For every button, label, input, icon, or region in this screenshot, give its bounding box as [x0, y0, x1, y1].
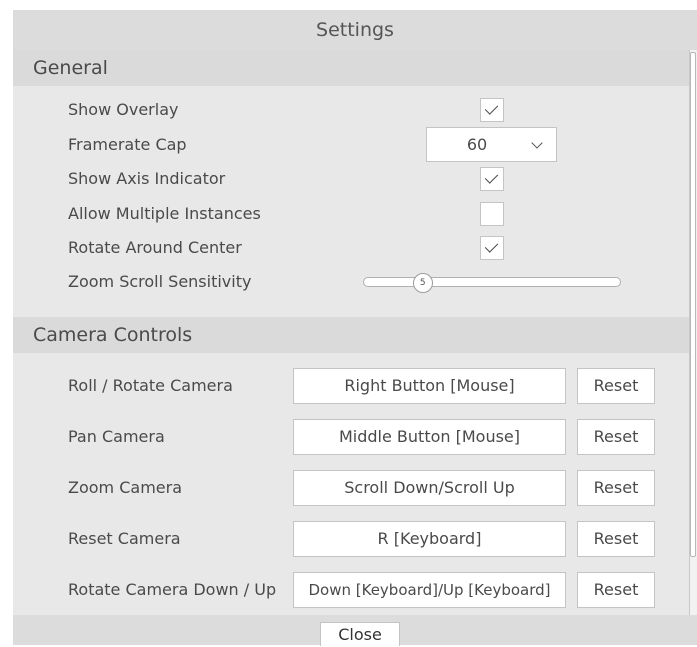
- show-axis-indicator-label: Show Axis Indicator: [68, 169, 226, 188]
- check-icon: [484, 101, 499, 115]
- camera-control-label: Roll / Rotate Camera: [68, 376, 233, 395]
- camera-control-label: Rotate Camera Down / Up: [68, 580, 277, 599]
- rotate-around-center-checkbox[interactable]: [480, 236, 504, 260]
- camera-control-label: Reset Camera: [68, 529, 181, 548]
- zoom-scroll-sensitivity-label: Zoom Scroll Sensitivity: [68, 272, 252, 291]
- scrollbar-thumb[interactable]: [690, 52, 696, 557]
- keybinding-button[interactable]: Scroll Down/Scroll Up: [293, 470, 566, 506]
- camera-control-label: Pan Camera: [68, 427, 165, 446]
- check-icon: [484, 170, 499, 184]
- show-overlay-checkbox[interactable]: [480, 98, 504, 122]
- check-icon: [484, 239, 499, 253]
- rotate-around-center-label: Rotate Around Center: [68, 238, 242, 257]
- settings-dialog: Settings General Show Overlay Framerate …: [13, 10, 697, 646]
- keybinding-button[interactable]: Right Button [Mouse]: [293, 368, 566, 404]
- section-header-general: General: [13, 50, 689, 86]
- reset-button[interactable]: Reset: [577, 572, 655, 608]
- reset-button[interactable]: Reset: [577, 368, 655, 404]
- chevron-down-icon: [531, 137, 543, 149]
- show-axis-indicator-checkbox[interactable]: [480, 167, 504, 191]
- reset-button[interactable]: Reset: [577, 470, 655, 506]
- framerate-cap-value: 60: [466, 135, 488, 154]
- keybinding-button[interactable]: Down [Keyboard]/Up [Keyboard]: [293, 572, 566, 608]
- reset-button[interactable]: Reset: [577, 521, 655, 557]
- close-button[interactable]: Close: [320, 622, 400, 646]
- keybinding-button[interactable]: R [Keyboard]: [293, 521, 566, 557]
- reset-button[interactable]: Reset: [577, 419, 655, 455]
- framerate-cap-label: Framerate Cap: [68, 135, 187, 154]
- window-title: Settings: [13, 10, 697, 50]
- allow-multiple-instances-checkbox[interactable]: [480, 202, 504, 226]
- framerate-cap-select[interactable]: 60: [426, 127, 557, 162]
- show-overlay-label: Show Overlay: [68, 100, 179, 119]
- keybinding-button[interactable]: Middle Button [Mouse]: [293, 419, 566, 455]
- camera-control-label: Zoom Camera: [68, 478, 182, 497]
- allow-multiple-instances-label: Allow Multiple Instances: [68, 204, 261, 223]
- zoom-sensitivity-slider-handle[interactable]: 5: [412, 273, 433, 293]
- zoom-sensitivity-slider-track[interactable]: [363, 277, 621, 287]
- section-header-camera-controls: Camera Controls: [13, 317, 689, 353]
